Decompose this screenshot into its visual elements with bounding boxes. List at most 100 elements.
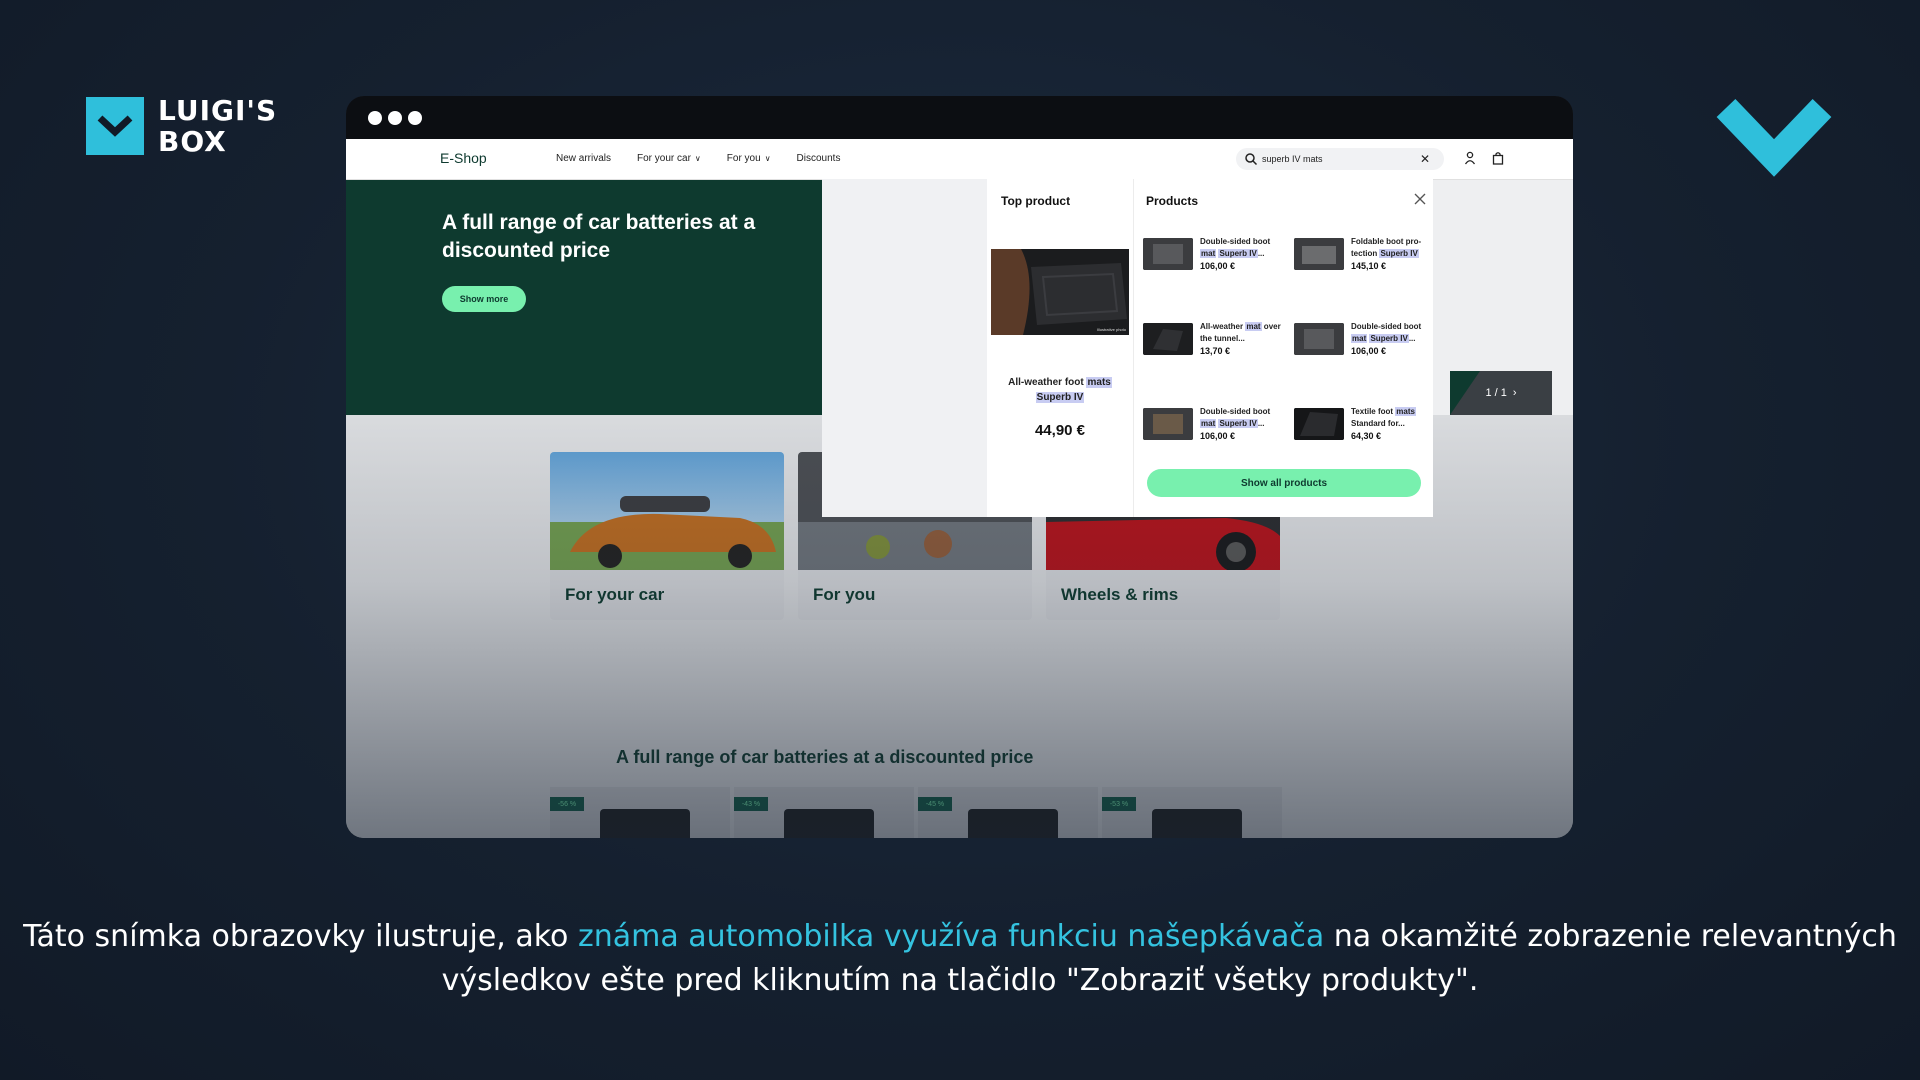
category-image <box>550 452 784 570</box>
product-thumbnail <box>1143 238 1193 270</box>
search-highlight: Superb IV <box>1218 249 1258 258</box>
browser-window: A full range of car batteries at a disco… <box>346 96 1573 838</box>
product-price: 106,00 € <box>1200 261 1236 271</box>
logo-line2: BOX <box>158 125 227 158</box>
product-thumbnail <box>1294 408 1344 440</box>
product-name: All-weather <box>1200 322 1246 331</box>
search-input[interactable] <box>1258 153 1414 165</box>
section-title: A full range of car batteries at a disco… <box>616 747 1034 767</box>
search-box[interactable]: ✕ <box>1236 148 1444 170</box>
top-product-panel[interactable]: Top product Illustrative photo All-weath… <box>987 179 1134 517</box>
illustrative-photo-badge: Illustrative photo <box>1096 327 1126 332</box>
battery-card[interactable]: -45 % <box>918 787 1098 838</box>
battery-card[interactable]: -53 % <box>1102 787 1282 838</box>
category-label: Wheels & rims <box>1061 585 1179 604</box>
window-dot[interactable] <box>368 110 382 125</box>
top-product-image[interactable]: Illustrative photo <box>991 249 1129 335</box>
nav-links: New arrivals For your car For you Discou… <box>556 153 840 164</box>
product-price: 64,30 € <box>1351 431 1382 441</box>
browser-titlebar <box>346 96 1573 139</box>
product-thumbnail <box>1143 408 1193 440</box>
product-item[interactable]: Double-sided boot mat Superb IV... 106,00… <box>1143 236 1283 276</box>
top-navbar: E-Shop New arrivals For your car For you… <box>346 139 1573 180</box>
top-product-heading: Top product <box>1001 194 1071 208</box>
product-item[interactable]: Double-sided boot mat Superb IV... 106,00… <box>1143 406 1283 446</box>
close-icon[interactable]: ✕ <box>1420 152 1430 166</box>
battery-card[interactable]: -43 % <box>734 787 914 838</box>
search-highlight: Superb IV <box>1379 249 1419 258</box>
dropdown-sidebar <box>822 179 987 517</box>
nav-discounts[interactable]: Discounts <box>797 153 841 164</box>
cart-icon[interactable] <box>1492 151 1504 165</box>
show-all-products-button[interactable]: Show all products <box>1147 469 1421 497</box>
search-highlight: mat <box>1200 419 1217 428</box>
window-dot[interactable] <box>408 110 422 125</box>
top-product-name-text: All-weather foot <box>1008 377 1087 388</box>
search-highlight: mats <box>1086 377 1112 388</box>
product-item[interactable]: Foldable boot pro-tection Superb IV 145,1… <box>1294 236 1434 276</box>
search-highlight: mat <box>1245 322 1262 331</box>
product-price: 106,00 € <box>1351 346 1387 356</box>
product-item[interactable]: Textile foot mats Standard for... 64,30 € <box>1294 406 1434 446</box>
search-highlight: Superb IV <box>1035 392 1085 403</box>
chevron-right-icon[interactable]: › <box>1513 387 1517 399</box>
logo-line1: LUIGI'S <box>158 94 278 127</box>
product-item[interactable]: All-weather mat over the tunnel... 13,70 … <box>1143 321 1283 361</box>
search-highlight: mats <box>1395 407 1416 416</box>
product-item[interactable]: Double-sided boot mat Superb IV... 106,00… <box>1294 321 1434 361</box>
nav-new-arrivals[interactable]: New arrivals <box>556 153 611 164</box>
search-highlight: Superb IV <box>1218 419 1258 428</box>
products-heading: Products <box>1146 194 1199 208</box>
battery-image <box>600 809 690 838</box>
close-icon[interactable] <box>1414 193 1426 205</box>
product-price: 145,10 € <box>1351 261 1387 271</box>
logo-text: LUIGI'S BOX <box>158 95 277 157</box>
product-price: 13,70 € <box>1200 346 1231 356</box>
product-name: Double-sided boot <box>1200 407 1271 416</box>
product-thumbnail <box>1294 238 1344 270</box>
category-card-car[interactable]: For your car <box>550 452 784 620</box>
category-label: For you <box>813 585 876 604</box>
pager-count: 1 / 1 <box>1485 387 1507 399</box>
show-more-button[interactable]: Show more <box>442 286 526 312</box>
discount-badge: -43 % <box>734 797 768 811</box>
discount-badge: -53 % <box>1102 797 1136 811</box>
search-autocomplete-dropdown: Top product Illustrative photo All-weath… <box>822 179 1433 517</box>
product-name: Double-sided boot <box>1200 237 1271 246</box>
eshop-brand[interactable]: E-Shop <box>440 150 487 166</box>
battery-image <box>784 809 874 838</box>
product-name: ... <box>1257 419 1265 428</box>
hero-title: A full range of car batteries at a disco… <box>442 211 756 262</box>
caption-text: Táto snímka obrazovky ilustruje, ako <box>23 919 578 954</box>
user-icon[interactable] <box>1464 151 1476 165</box>
window-dot[interactable] <box>388 110 402 125</box>
page-viewport: A full range of car batteries at a disco… <box>346 139 1573 838</box>
battery-card[interactable]: -56 % <box>550 787 730 838</box>
luigis-box-logo: LUIGI'S BOX <box>86 95 277 157</box>
product-name: ... <box>1257 249 1265 258</box>
chevron-down-icon <box>1716 98 1832 177</box>
caption-highlight: známa automobilka využíva funkciu našepk… <box>577 919 1325 954</box>
product-name: Double-sided boot <box>1351 322 1422 331</box>
category-label: For your car <box>565 585 665 604</box>
carousel-pager[interactable]: 1 / 1 › <box>1450 371 1552 415</box>
top-product-name[interactable]: All-weather foot mats Superb IV <box>993 375 1127 405</box>
product-thumbnail <box>1143 323 1193 355</box>
product-name: Standard for... <box>1351 419 1405 428</box>
chevron-logo-icon <box>86 97 144 155</box>
battery-image <box>968 809 1058 838</box>
hero-banner: A full range of car batteries at a disco… <box>346 179 822 415</box>
product-name: Textile foot <box>1351 407 1396 416</box>
nav-for-your-car[interactable]: For your car <box>637 153 701 164</box>
caption: Táto snímka obrazovky ilustruje, ako zná… <box>0 915 1920 1003</box>
search-icon <box>1245 153 1258 166</box>
nav-for-you[interactable]: For you <box>727 153 771 164</box>
product-thumbnail <box>1294 323 1344 355</box>
search-highlight: Superb IV <box>1369 334 1409 343</box>
discount-badge: -45 % <box>918 797 952 811</box>
search-highlight: mat <box>1351 334 1368 343</box>
top-product-price: 44,90 € <box>1034 422 1086 439</box>
products-panel: Products Double-sided boot mat Superb IV… <box>1133 179 1433 517</box>
search-highlight: mat <box>1200 249 1217 258</box>
battery-image <box>1152 809 1242 838</box>
